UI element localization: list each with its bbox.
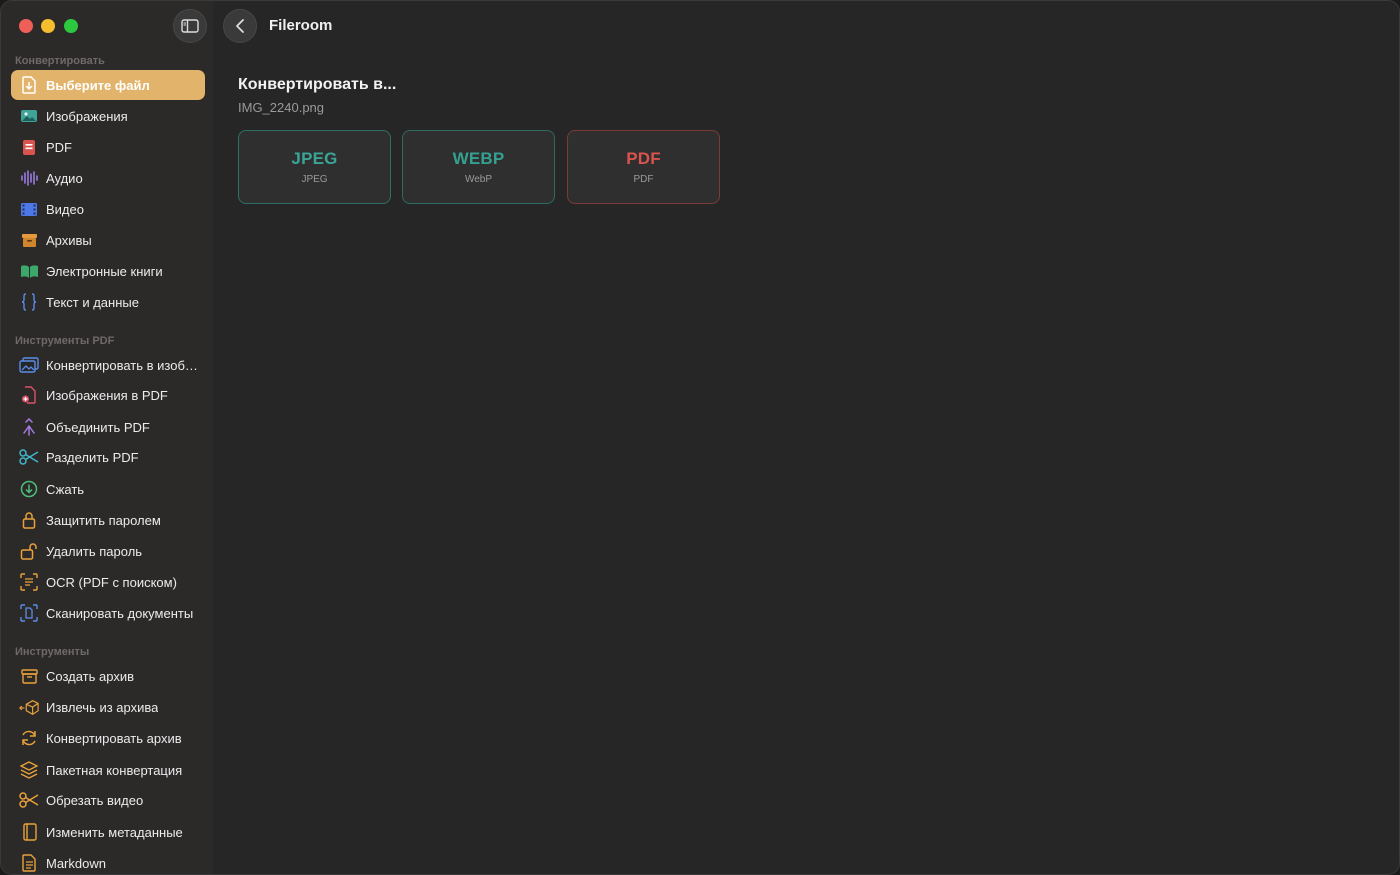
sidebar-item-text-data[interactable]: Текст и данные	[11, 287, 205, 317]
file-import-icon	[19, 75, 39, 95]
sidebar-item-remove-password[interactable]: Удалить пароль	[11, 536, 205, 566]
sidebar-item-label: Удалить пароль	[46, 543, 143, 559]
merge-icon	[19, 417, 39, 437]
braces-icon	[19, 292, 39, 312]
unlock-icon	[19, 541, 39, 561]
back-button[interactable]	[223, 9, 257, 43]
sidebar-toggle-button[interactable]	[173, 9, 207, 43]
format-card-pdf[interactable]: PDF PDF	[567, 130, 720, 204]
scissors-icon	[19, 447, 39, 467]
waveform-icon	[19, 168, 39, 188]
format-label: PDF	[626, 149, 661, 168]
page-title: Конвертировать в...	[238, 76, 397, 93]
sidebar-item-split-pdf[interactable]: Разделить PDF	[11, 442, 205, 472]
stack-icon	[19, 760, 39, 780]
compress-icon	[19, 479, 39, 499]
sidebar-item-batch-convert[interactable]: Пакетная конвертация	[11, 755, 205, 785]
sidebar-item-label: Конвертировать в изображения	[46, 357, 204, 373]
sidebar-item-archives[interactable]: Архивы	[11, 225, 205, 255]
format-card-webp[interactable]: WEBP WebP	[402, 130, 555, 204]
sidebar-icon	[181, 19, 199, 33]
sidebar-item-label: Текст и данные	[46, 294, 139, 310]
sidebar-item-pdf-to-images[interactable]: Конвертировать в изображения	[11, 350, 205, 380]
sidebar-item-label: Пакетная конвертация	[46, 762, 183, 778]
format-sublabel: PDF	[633, 174, 654, 185]
sidebar-item-create-archive[interactable]: Создать архив	[11, 661, 205, 691]
text-scan-icon	[19, 572, 39, 592]
sidebar-item-choose-file[interactable]: Выберите файл	[11, 70, 205, 100]
sidebar-item-label: Конвертировать архив	[46, 730, 182, 746]
image-icon	[19, 106, 39, 126]
app-title: Fileroom	[269, 17, 333, 34]
refresh-icon	[19, 728, 39, 748]
format-label: JPEG	[291, 149, 338, 168]
sidebar-item-label: Защитить паролем	[46, 512, 161, 528]
pdf-icon	[19, 137, 39, 157]
book-icon	[19, 261, 39, 281]
sidebar-item-label: Изображения в PDF	[46, 387, 168, 403]
sidebar-item-compress[interactable]: Сжать	[11, 474, 205, 504]
sidebar-item-label: Markdown	[46, 855, 106, 871]
sidebar-item-pdf[interactable]: PDF	[11, 132, 205, 162]
section-label-tools: Инструменты	[15, 646, 90, 658]
close-window-button[interactable]	[19, 19, 33, 33]
sidebar-item-ocr[interactable]: OCR (PDF с поиском)	[11, 567, 205, 597]
sidebar-item-video[interactable]: Видео	[11, 194, 205, 224]
sidebar-item-label: Сжать	[46, 481, 85, 497]
sidebar-item-images[interactable]: Изображения	[11, 101, 205, 131]
selected-filename: IMG_2240.png	[238, 100, 325, 115]
sidebar-item-label: Выберите файл	[46, 77, 150, 93]
format-label: WEBP	[452, 149, 505, 168]
sidebar-item-protect-password[interactable]: Защитить паролем	[11, 505, 205, 535]
doc-scan-icon	[19, 603, 39, 623]
doc-plus-icon	[19, 385, 39, 405]
zoom-window-button[interactable]	[64, 19, 78, 33]
sidebar-item-convert-archive[interactable]: Конвертировать архив	[11, 723, 205, 753]
format-card-jpeg[interactable]: JPEG JPEG	[238, 130, 391, 204]
sidebar-item-label: PDF	[46, 139, 72, 155]
sidebar-item-extract-archive[interactable]: Извлечь из архива	[11, 692, 205, 722]
section-label-convert: Конвертировать	[15, 55, 105, 67]
sidebar-item-label: Архивы	[46, 232, 92, 248]
chevron-left-icon	[236, 19, 244, 33]
format-sublabel: JPEG	[301, 174, 328, 185]
sidebar-item-label: Объединить PDF	[46, 419, 150, 435]
book-closed-icon	[19, 822, 39, 842]
sidebar-item-label: Создать архив	[46, 668, 134, 684]
sidebar-item-images-to-pdf[interactable]: Изображения в PDF	[11, 380, 205, 410]
section-label-pdf-tools: Инструменты PDF	[15, 335, 115, 347]
format-sublabel: WebP	[464, 174, 493, 185]
sidebar-item-trim-video[interactable]: Обрезать видео	[11, 785, 205, 815]
sidebar-item-label: Извлечь из архива	[46, 699, 159, 715]
archive-box-icon	[19, 230, 39, 250]
lock-icon	[19, 510, 39, 530]
sidebar-item-label: Сканировать документы	[46, 605, 194, 621]
sidebar-item-merge-pdf[interactable]: Объединить PDF	[11, 412, 205, 442]
minimize-window-button[interactable]	[41, 19, 55, 33]
sidebar-item-label: Изображения	[46, 108, 128, 124]
app-window: Конвертировать Выберите файл Изображения…	[0, 0, 1400, 875]
extract-box-icon	[19, 697, 39, 717]
sidebar-item-label: Аудио	[46, 170, 83, 186]
sidebar-item-label: OCR (PDF с поиском)	[46, 574, 177, 590]
sidebar-item-edit-metadata[interactable]: Изменить метаданные	[11, 817, 205, 847]
sidebar-item-markdown[interactable]: Markdown	[11, 848, 205, 874]
sidebar: Конвертировать Выберите файл Изображения…	[1, 1, 213, 874]
scissors-icon	[19, 790, 39, 810]
sidebar-item-ebooks[interactable]: Электронные книги	[11, 256, 205, 286]
film-icon	[19, 199, 39, 219]
archive-box-icon	[19, 666, 39, 686]
photos-icon	[19, 355, 39, 375]
sidebar-item-label: Разделить PDF	[46, 449, 139, 465]
document-icon	[19, 853, 39, 873]
sidebar-item-scan-documents[interactable]: Сканировать документы	[11, 598, 205, 628]
sidebar-item-label: Изменить метаданные	[46, 824, 183, 840]
sidebar-item-label: Обрезать видео	[46, 792, 144, 808]
main-content: Конвертировать в... IMG_2240.png JPEG JP…	[213, 51, 1399, 874]
sidebar-item-audio[interactable]: Аудио	[11, 163, 205, 193]
sidebar-item-label: Видео	[46, 201, 84, 217]
sidebar-item-label: Электронные книги	[46, 263, 163, 279]
